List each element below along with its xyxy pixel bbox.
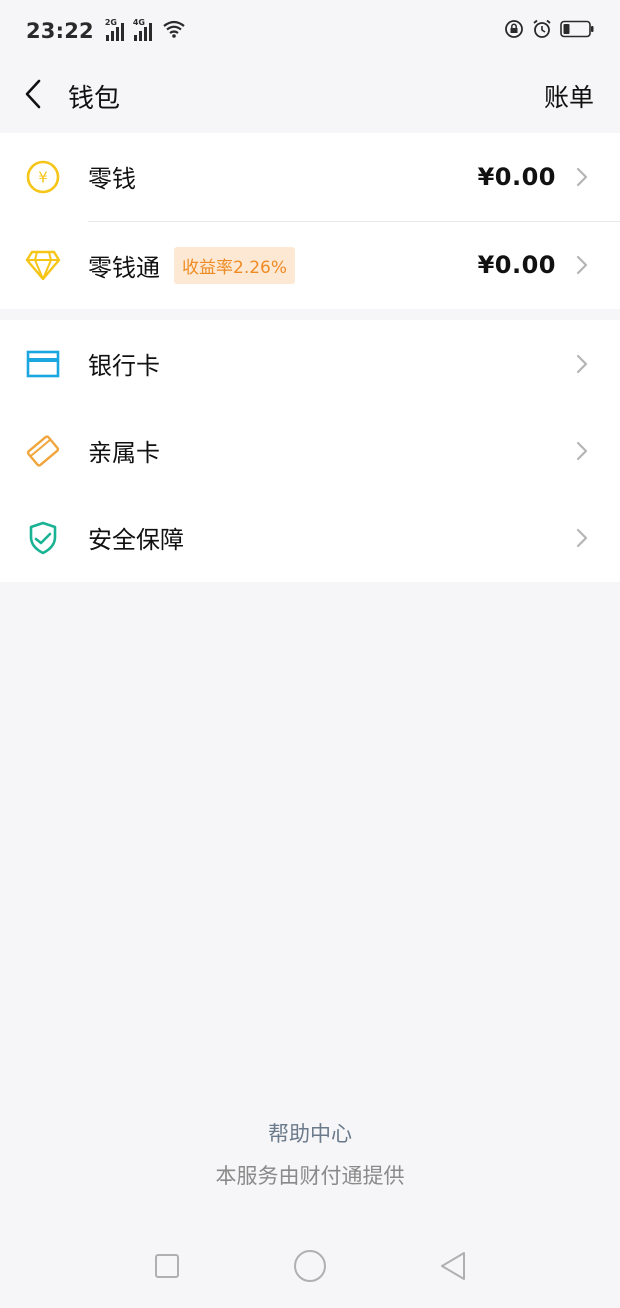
balance-amount: ¥0.00 <box>477 251 556 280</box>
battery-icon <box>560 19 594 43</box>
rotation-lock-icon <box>504 19 524 44</box>
list-item-label: 安全保障 <box>88 526 184 554</box>
bill-button[interactable]: 账单 <box>544 78 594 114</box>
list-item-change-pass[interactable]: 零钱通 收益率2.26% ¥0.00 <box>0 222 620 310</box>
list-item-family-card[interactable]: 亲属卡 <box>0 407 620 494</box>
triangle-back-icon <box>438 1250 468 1286</box>
chevron-right-icon <box>576 353 590 375</box>
wifi-icon <box>162 19 186 44</box>
list-item-change[interactable]: ¥ 零钱 ¥0.00 <box>0 133 620 221</box>
chevron-right-icon <box>576 440 590 462</box>
provider-note: 本服务由财付通提供 <box>215 1164 405 1188</box>
family-card-icon <box>24 432 62 470</box>
chevron-left-icon <box>24 79 42 113</box>
signal-sim1-icon: 2G <box>105 18 124 41</box>
chevron-right-icon <box>576 254 590 276</box>
circle-icon <box>293 1249 327 1287</box>
back-nav-button[interactable] <box>433 1248 473 1288</box>
shield-icon <box>24 519 62 557</box>
system-nav-bar <box>0 1228 620 1308</box>
status-bar: 23:22 2G 4G <box>0 0 620 62</box>
status-right <box>504 19 594 44</box>
recent-apps-button[interactable] <box>147 1248 187 1288</box>
signal-sim2-icon: 4G <box>133 18 152 41</box>
header-left: 钱包 <box>20 78 120 115</box>
yen-coin-icon: ¥ <box>24 158 62 196</box>
balance-section: ¥ 零钱 ¥0.00 零钱通 收益率2.26% ¥0.00 <box>0 133 620 309</box>
bank-card-icon <box>24 345 62 383</box>
list-item-bank-card[interactable]: 银行卡 <box>0 320 620 407</box>
top-nav: 钱包 账单 <box>0 62 620 130</box>
page-title: 钱包 <box>68 83 121 114</box>
list-item-label: 银行卡 <box>88 352 160 380</box>
square-icon <box>153 1252 181 1284</box>
help-center-link[interactable]: 帮助中心 <box>0 1118 620 1148</box>
list-item-label: 亲属卡 <box>88 439 160 467</box>
yield-rate-badge: 收益率2.26% <box>174 246 296 284</box>
menu-section: 银行卡 亲属卡 安全保障 <box>0 320 620 582</box>
diamond-icon <box>24 246 62 284</box>
back-button[interactable] <box>20 78 46 114</box>
list-item-label: 零钱 <box>88 165 136 194</box>
status-left: 23:22 2G 4G <box>26 18 186 44</box>
list-item-label: 零钱通 <box>88 253 160 282</box>
home-button[interactable] <box>290 1248 330 1288</box>
list-item-security[interactable]: 安全保障 <box>0 494 620 581</box>
svg-text:¥: ¥ <box>38 168 48 186</box>
status-time: 23:22 <box>26 19 94 43</box>
chevron-right-icon <box>576 527 590 549</box>
balance-amount: ¥0.00 <box>477 162 556 191</box>
chevron-right-icon <box>576 166 590 188</box>
alarm-icon <box>532 19 552 44</box>
